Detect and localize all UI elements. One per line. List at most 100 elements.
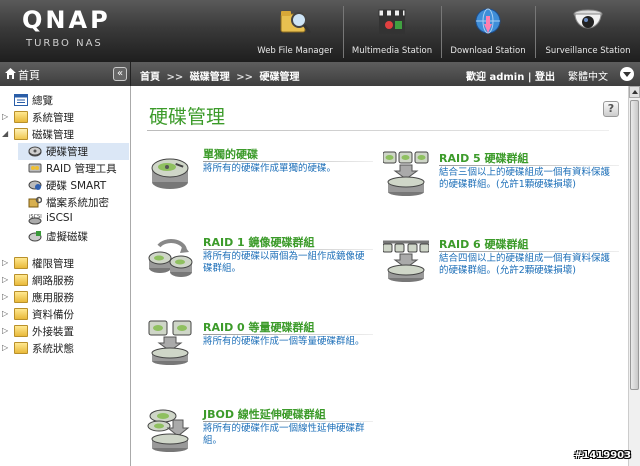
disk-icon xyxy=(28,146,42,157)
sidebar-item-virtual-disk[interactable]: 虛擬磁碟 xyxy=(18,228,129,245)
expand-arrow-icon[interactable]: ▷ xyxy=(2,343,12,352)
option-title[interactable]: 單獨的硬碟 xyxy=(203,146,258,162)
expand-arrow-icon[interactable]: ▷ xyxy=(2,258,12,267)
single-disk-icon xyxy=(151,158,189,189)
multimedia-station-label: Multimedia Station xyxy=(351,46,433,56)
breadcrumb-home[interactable]: 首頁 xyxy=(140,72,160,83)
option-raid1[interactable]: RAID 1 鏡像硬碟群組 將所有的硬碟以兩個為一組作成鏡像硬碟群組。 xyxy=(147,234,377,284)
download-globe-icon xyxy=(475,8,501,34)
encryption-icon xyxy=(28,196,42,208)
raid-tool-icon xyxy=(28,163,42,173)
option-raid5[interactable]: RAID 5 硬碟群組 結合三個以上的硬碟組成一個有資料保護的硬碟群組。(允許1… xyxy=(383,150,619,210)
sidebar-item-hdd-management[interactable]: 硬碟管理 xyxy=(18,143,129,160)
svg-text:iSCSI: iSCSI xyxy=(29,214,42,220)
sidebar-tree: 總覽 ▷ 系統管理 ◢ 磁碟管理 硬碟管理 RAID 管理工具 硬碟 SMART xyxy=(0,86,131,466)
header-divider xyxy=(441,6,442,58)
sidebar-item-label: 外接裝置 xyxy=(32,326,74,338)
sidebar-item-external-devices[interactable]: ▷ 外接裝置 xyxy=(2,323,129,340)
home-tab[interactable]: 首頁 « xyxy=(0,62,131,86)
option-description: 結合四個以上的硬碟組成一個有資料保護的硬碟群組。(允許2顆硬碟損壞) xyxy=(439,253,611,276)
sidebar-item-applications[interactable]: ▷ 應用服務 xyxy=(2,289,129,306)
breadcrumb-disk-management[interactable]: 磁碟管理 xyxy=(190,72,230,83)
sidebar-item-permissions[interactable]: ▷ 權限管理 xyxy=(2,255,129,272)
sidebar-item-label: 磁碟管理 xyxy=(32,129,74,141)
sidebar-item-label: 網路服務 xyxy=(32,275,74,287)
page-title: 硬碟管理 xyxy=(149,106,226,128)
title-divider xyxy=(147,130,609,131)
sidebar-item-label: 系統狀態 xyxy=(32,343,74,355)
sidebar-item-iscsi[interactable]: iSCSI iSCSI xyxy=(18,211,129,228)
option-title[interactable]: RAID 6 硬碟群組 xyxy=(439,236,529,252)
main-scrollbar[interactable] xyxy=(628,86,640,466)
language-selector[interactable]: 繁體中文 xyxy=(568,68,608,83)
sidebar-item-label: 硬碟 SMART xyxy=(46,180,107,192)
option-title[interactable]: JBOD 線性延伸硬碟群組 xyxy=(203,406,326,422)
option-jbod[interactable]: JBOD 線性延伸硬碟群組 將所有的硬碟作成一個線性延伸硬碟群組。 xyxy=(147,406,377,456)
surveillance-station-button[interactable]: Surveillance Station xyxy=(538,0,638,62)
download-station-label: Download Station xyxy=(450,46,526,56)
expand-arrow-icon[interactable]: ▷ xyxy=(2,309,12,318)
folder-open-icon xyxy=(14,128,28,140)
home-icon xyxy=(5,68,16,79)
option-single-disk[interactable]: 單獨的硬碟 將所有的硬碟作成單獨的硬碟。 xyxy=(147,146,377,196)
sidebar-item-encryption[interactable]: 檔案系統加密 xyxy=(18,194,129,211)
scroll-up-arrow-icon[interactable] xyxy=(629,86,640,98)
expand-arrow-icon[interactable]: ▷ xyxy=(2,292,12,301)
smart-icon xyxy=(28,180,42,190)
multimedia-station-button[interactable]: Multimedia Station xyxy=(346,0,438,62)
breadcrumb: 首頁 >> 磁碟管理 >> 硬碟管理 xyxy=(140,68,299,83)
iscsi-icon: iSCSI xyxy=(28,214,42,225)
expand-arrow-icon[interactable]: ▷ xyxy=(2,326,12,335)
collapse-sidebar-button[interactable]: « xyxy=(113,67,127,81)
option-underline xyxy=(203,334,373,335)
jbod-linear-icon xyxy=(147,409,190,452)
camera-icon xyxy=(573,9,603,29)
sidebar-item-system-status[interactable]: ▷ 系統狀態 xyxy=(2,340,129,357)
sidebar-item-label: RAID 管理工具 xyxy=(46,163,117,175)
sidebar-item-system-admin[interactable]: ▷ 系統管理 xyxy=(2,109,129,126)
option-title[interactable]: RAID 0 等量硬碟群組 xyxy=(203,319,315,335)
help-icon[interactable]: ? xyxy=(603,101,619,117)
option-description: 結合三個以上的硬碟組成一個有資料保護的硬碟群組。(允許1顆硬碟損壞) xyxy=(439,167,611,190)
raid1-mirror-icon xyxy=(148,239,193,277)
home-tab-label: 首頁 xyxy=(18,69,40,82)
folder-icon xyxy=(14,342,28,354)
web-file-manager-button[interactable]: Web File Manager xyxy=(250,0,340,62)
breadcrumb-separator: >> xyxy=(166,72,184,83)
sidebar-item-disk-management[interactable]: ◢ 磁碟管理 xyxy=(2,126,129,143)
option-raid6[interactable]: RAID 6 硬碟群組 結合四個以上的硬碟組成一個有資料保護的硬碟群組。(允許2… xyxy=(383,236,619,296)
header-divider xyxy=(535,6,536,58)
main-content: 硬碟管理 ? 單獨的硬碟 將所有的硬碟作成單獨的硬碟。 RAID 1 鏡像硬碟群… xyxy=(131,86,628,466)
virtual-disk-icon xyxy=(28,231,42,242)
expand-arrow-icon[interactable]: ▷ xyxy=(2,112,12,121)
top-header: QNAP TURBO NAS Web File Manager Multimed… xyxy=(0,0,640,62)
option-title[interactable]: RAID 5 硬碟群組 xyxy=(439,150,529,166)
sidebar-item-label: 權限管理 xyxy=(32,258,74,270)
scroll-thumb[interactable] xyxy=(630,100,639,390)
folder-icon xyxy=(14,274,28,286)
sidebar-item-overview[interactable]: 總覽 xyxy=(2,92,129,109)
sidebar-item-label: 硬碟管理 xyxy=(46,146,88,158)
raid6-icon xyxy=(383,240,429,282)
welcome-logout-link[interactable]: 歡迎 admin | 登出 xyxy=(466,68,555,83)
sidebar-item-label: 資料備份 xyxy=(32,309,74,321)
option-raid0[interactable]: RAID 0 等量硬碟群組 將所有的硬碟作成一個等量硬碟群組。 xyxy=(147,319,377,369)
navigation-bar: 首頁 « 首頁 >> 磁碟管理 >> 硬碟管理 歡迎 admin | 登出 繁體… xyxy=(0,62,640,86)
sidebar-item-network[interactable]: ▷ 網路服務 xyxy=(2,272,129,289)
sidebar-item-label: 系統管理 xyxy=(32,112,74,124)
folder-icon xyxy=(14,325,28,337)
sidebar-item-label: 虛擬磁碟 xyxy=(46,231,88,243)
sidebar-item-label: 檔案系統加密 xyxy=(46,197,109,209)
option-title[interactable]: RAID 1 鏡像硬碟群組 xyxy=(203,234,315,250)
collapse-arrow-icon[interactable]: ◢ xyxy=(2,129,12,138)
raid0-stripe-icon xyxy=(148,320,192,365)
folder-icon xyxy=(14,111,28,123)
sidebar-item-label: 總覽 xyxy=(32,95,53,107)
sidebar-item-raid-tool[interactable]: RAID 管理工具 xyxy=(18,160,129,177)
download-station-button[interactable]: Download Station xyxy=(444,0,532,62)
sidebar-item-backup[interactable]: ▷ 資料備份 xyxy=(2,306,129,323)
expand-arrow-icon[interactable]: ▷ xyxy=(2,275,12,284)
chevron-down-icon[interactable] xyxy=(620,67,634,81)
sidebar-item-hdd-smart[interactable]: 硬碟 SMART xyxy=(18,177,129,194)
option-description: 將所有的硬碟作成單獨的硬碟。 xyxy=(203,163,337,174)
